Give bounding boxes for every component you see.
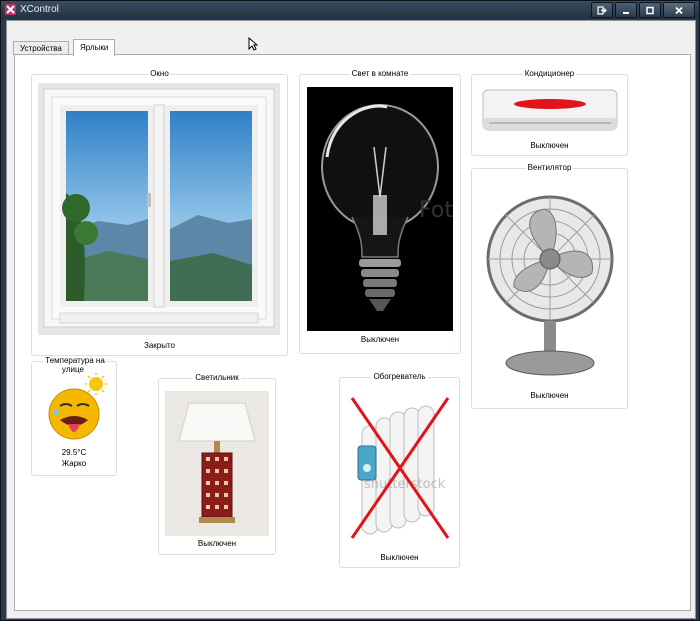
tab-shortcuts[interactable]: Ярлыки bbox=[73, 39, 116, 56]
maximize-button[interactable] bbox=[639, 2, 661, 18]
tile-light[interactable]: Свет в комнате Fotolia bbox=[299, 69, 461, 354]
close-icon bbox=[675, 6, 683, 14]
tile-light-status: Выключен bbox=[360, 335, 400, 344]
window-image bbox=[38, 83, 280, 335]
tile-heater-title: Обогреватель bbox=[371, 372, 428, 381]
light-bulb-image: Fotolia bbox=[307, 87, 453, 331]
tile-temperature[interactable]: Температура на улице 29.5°C Жарко bbox=[31, 356, 117, 476]
hot-weather-image bbox=[44, 372, 110, 444]
tile-fan-title: Вентилятор bbox=[525, 163, 574, 172]
window-title: XControl bbox=[20, 4, 59, 15]
tile-heater-status: Выключен bbox=[380, 553, 419, 562]
app-icon bbox=[5, 4, 16, 15]
tile-fan-status: Выключен bbox=[530, 391, 569, 400]
tile-lamp[interactable]: Светильник Выключен bbox=[158, 373, 276, 555]
light-watermark: Fotolia bbox=[419, 198, 453, 223]
mouse-cursor-icon bbox=[248, 37, 258, 51]
temperature-value: 29.5°C bbox=[61, 448, 87, 457]
tile-light-title: Свет в комнате bbox=[349, 69, 411, 78]
tile-ac-status: Выключен bbox=[530, 141, 569, 150]
tile-ac-title: Кондиционер bbox=[522, 69, 577, 78]
temperature-status: Жарко bbox=[61, 459, 87, 468]
tile-fan[interactable]: Вентилятор Выключен bbox=[471, 163, 628, 409]
title-bar[interactable]: XControl bbox=[1, 1, 699, 19]
table-lamp-image bbox=[165, 391, 269, 536]
tile-ac[interactable]: Кондиционер Выключен bbox=[471, 69, 628, 156]
heater-image: shutterstock bbox=[346, 388, 454, 548]
air-conditioner-image bbox=[481, 86, 619, 136]
tile-window[interactable]: Окно Закрыто bbox=[31, 69, 288, 356]
tab-devices[interactable]: Устройства bbox=[13, 41, 69, 55]
app-window: XControl Устройства Ярлыки Окно Закрыто … bbox=[0, 0, 700, 621]
minimize-icon bbox=[623, 11, 629, 14]
tile-window-status: Закрыто bbox=[143, 341, 175, 350]
heater-watermark: shutterstock bbox=[364, 477, 446, 492]
close-button[interactable] bbox=[663, 2, 695, 18]
minimize-button[interactable] bbox=[615, 2, 637, 18]
shortcuts-panel: Окно Закрыто Свет в комнате Fot Выключен… bbox=[14, 54, 691, 611]
exit-icon bbox=[597, 5, 607, 15]
tile-heater[interactable]: Обогреватель shutterstock Выключен bbox=[339, 372, 460, 568]
tile-lamp-status: Выключен bbox=[197, 539, 237, 548]
fan-image bbox=[484, 183, 616, 383]
main-form: Устройства Ярлыки Окно Закрыто Свет в ко… bbox=[6, 20, 696, 619]
tile-lamp-title: Светильник bbox=[193, 373, 241, 382]
exit-button[interactable] bbox=[591, 2, 613, 18]
tile-window-title: Окно bbox=[148, 69, 171, 78]
maximize-icon bbox=[646, 6, 654, 14]
